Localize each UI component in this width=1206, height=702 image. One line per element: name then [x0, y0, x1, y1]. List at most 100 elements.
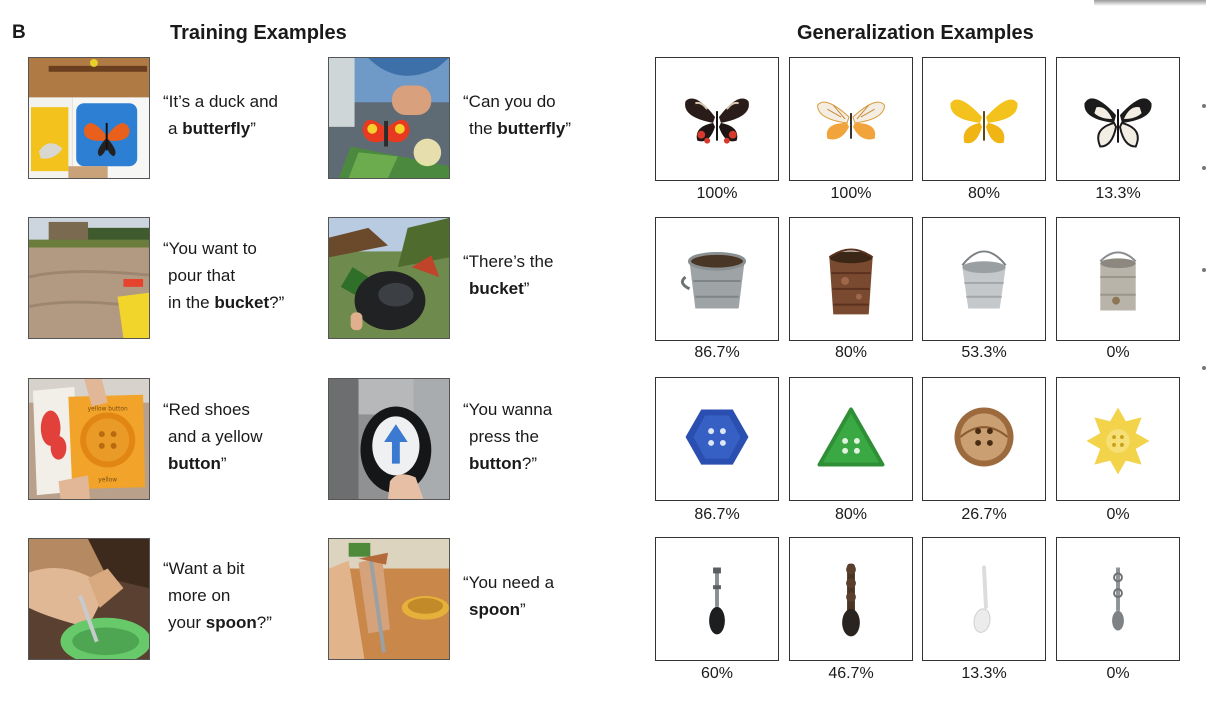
- percent-label: 26.7%: [961, 506, 1007, 523]
- bucket-galvanized-wide-icon: [680, 251, 747, 309]
- generalization-image: [789, 537, 913, 661]
- generalization-image: [922, 377, 1046, 501]
- quote-line: in the bucket?”: [168, 293, 285, 312]
- quote-line: button?”: [469, 454, 537, 473]
- butterfly-yellow-icon: [950, 99, 1018, 144]
- keyword-spoon: spoon: [205, 613, 257, 632]
- percent-label: 86.7%: [694, 506, 740, 523]
- training-quote: “Red shoes and a yellow button”: [160, 396, 263, 477]
- percent-label: 60%: [700, 665, 734, 682]
- training-quote: “It’s a duck and a butterfly”: [160, 88, 278, 142]
- spoon-white-plastic-icon: [973, 565, 991, 633]
- generalization-heading: Generalization Examples: [797, 22, 1034, 44]
- quote-line: more on: [168, 586, 231, 605]
- quote-line: “Red shoes: [163, 400, 250, 419]
- quote-line: “You wanna: [463, 400, 553, 419]
- button-yellow-star-icon: [1086, 407, 1150, 475]
- quote-line: “Want a bit: [163, 559, 245, 578]
- butterfly-orange-icon: [817, 101, 885, 140]
- quote-line: your spoon?”: [168, 613, 272, 632]
- generalization-image: [655, 377, 779, 501]
- training-photo-yellow-button-book: yellow button yellow: [28, 378, 150, 500]
- quote-line: pour that: [168, 266, 236, 285]
- quote-line: “There’s the: [463, 252, 554, 271]
- button-green-triangle-icon: [817, 407, 885, 467]
- generalization-image: [1056, 217, 1180, 341]
- page-edge-shadow: [1094, 0, 1206, 6]
- percent-label: 0%: [1106, 506, 1130, 523]
- percent-label: 0%: [1106, 344, 1130, 361]
- book-text-yellow-button: yellow button: [88, 406, 128, 412]
- training-heading: Training Examples: [170, 22, 347, 44]
- spoon-silver-decorative-icon: [1112, 567, 1124, 631]
- edge-mark: [1202, 104, 1206, 108]
- percent-label: 100%: [830, 185, 872, 202]
- generalization-image: [1056, 377, 1180, 501]
- edge-mark: [1202, 366, 1206, 370]
- training-quote: “You want to pour that in the bucket?”: [160, 235, 284, 316]
- training-photo-black-bucket: [328, 217, 450, 339]
- percent-label: 13.3%: [961, 665, 1007, 682]
- bucket-tin-can-icon: [1099, 251, 1137, 311]
- edge-mark: [1202, 166, 1206, 170]
- generalization-image: [922, 57, 1046, 181]
- keyword-butterfly: butterfly: [497, 119, 566, 138]
- butterfly-black-white-icon: [1084, 98, 1152, 148]
- quote-line: a butterfly”: [168, 119, 256, 138]
- training-quote: “Can you do the butterfly”: [463, 88, 571, 142]
- spoon-wooden-carved-icon: [842, 563, 860, 637]
- percent-label: 80%: [834, 344, 868, 361]
- quote-line: and a yellow: [168, 427, 263, 446]
- bucket-rusty-icon: [828, 248, 874, 315]
- butterfly-red-black-icon: [685, 98, 749, 144]
- training-photo-duck-butterfly-book: [28, 57, 150, 179]
- keyword-button: button: [168, 454, 221, 473]
- training-quote: “There’s the bucket”: [463, 248, 553, 302]
- edge-mark: [1202, 268, 1206, 272]
- training-photo-butterfly-toy: [328, 57, 450, 179]
- percent-label: 100%: [696, 185, 738, 202]
- percent-label: 86.7%: [694, 344, 740, 361]
- quote-line: bucket”: [469, 279, 530, 298]
- quote-line: “You want to: [163, 239, 257, 258]
- generalization-image: [1056, 537, 1180, 661]
- generalization-image: [789, 57, 913, 181]
- training-photo-spoon-food: [328, 538, 450, 660]
- generalization-image: [655, 537, 779, 661]
- training-photo-sandpit-bucket: [28, 217, 150, 339]
- generalization-image: [789, 217, 913, 341]
- quote-line: press the: [469, 427, 539, 446]
- quote-line: “You need a: [463, 573, 555, 592]
- keyword-bucket: bucket: [214, 293, 270, 312]
- percent-label: 46.7%: [828, 665, 874, 682]
- training-quote: “You wanna press the button?”: [463, 396, 552, 477]
- percent-label: 53.3%: [961, 344, 1007, 361]
- button-brown-round-icon: [954, 407, 1014, 467]
- generalization-image: [922, 217, 1046, 341]
- keyword-butterfly: butterfly: [182, 119, 251, 138]
- panel-label: B: [12, 22, 26, 43]
- percent-label: 80%: [834, 506, 868, 523]
- generalization-image: [789, 377, 913, 501]
- percent-label: 13.3%: [1095, 185, 1141, 202]
- keyword-bucket: bucket: [469, 279, 524, 298]
- quote-line: the butterfly”: [469, 119, 572, 138]
- generalization-image: [1056, 57, 1180, 181]
- keyword-spoon: spoon: [469, 600, 520, 619]
- quote-line: spoon”: [469, 600, 526, 619]
- training-photo-crossing-button: [328, 378, 450, 500]
- training-quote: “Want a bit more on your spoon?”: [160, 555, 272, 636]
- generalization-image: [655, 57, 779, 181]
- training-photo-hand-spoon-bowl: [28, 538, 150, 660]
- generalization-image: [655, 217, 779, 341]
- bucket-silver-icon: [961, 250, 1007, 309]
- percent-label: 80%: [967, 185, 1001, 202]
- generalization-image: [922, 537, 1046, 661]
- training-quote: “You need a spoon”: [463, 569, 554, 623]
- spoon-dark-ornate-icon: [709, 567, 725, 635]
- percent-label: 0%: [1106, 665, 1130, 682]
- keyword-button: button: [469, 454, 522, 473]
- quote-line: button”: [168, 454, 227, 473]
- book-text-yellow: yellow: [98, 477, 117, 483]
- quote-line: “It’s a duck and: [163, 92, 278, 111]
